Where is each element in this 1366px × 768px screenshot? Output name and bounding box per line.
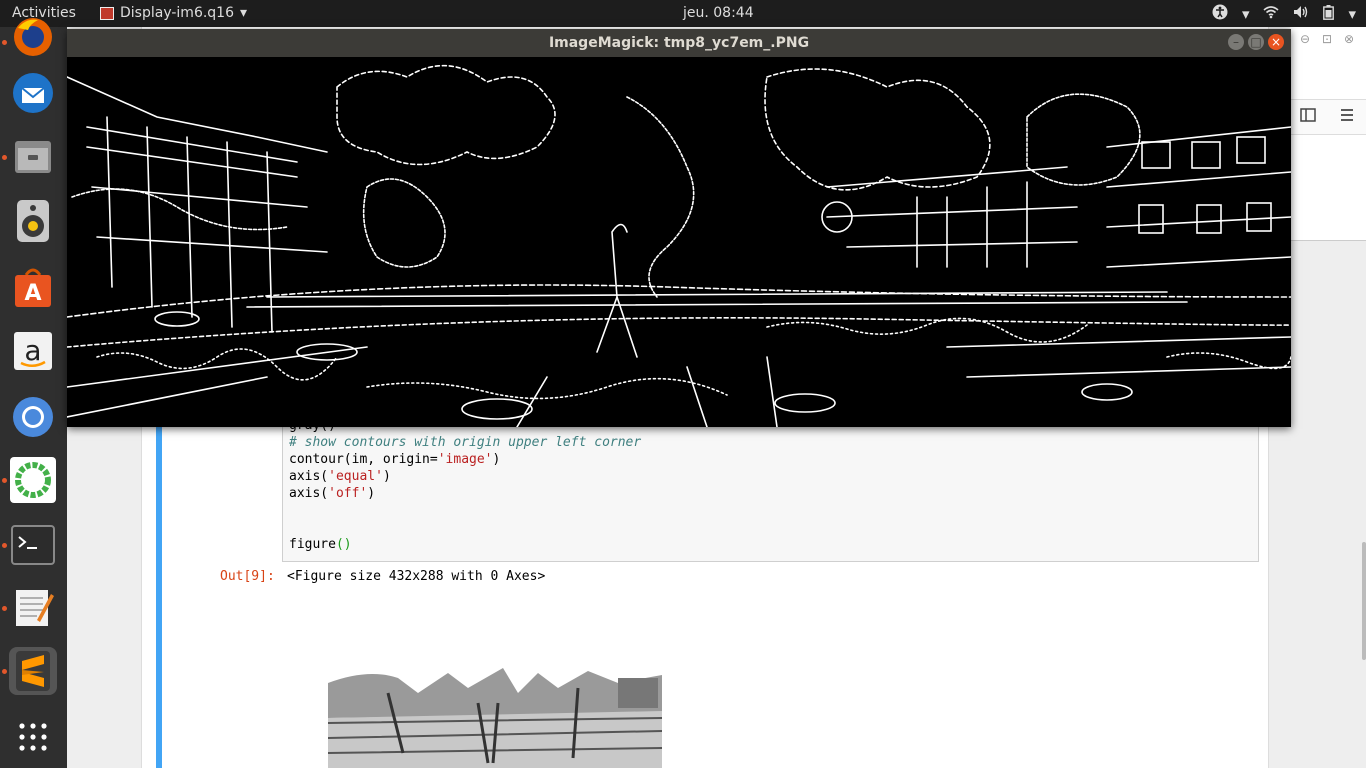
volume-icon[interactable] [1293, 5, 1309, 23]
accessibility-icon[interactable] [1212, 4, 1228, 24]
anaconda-icon[interactable] [9, 456, 57, 504]
rhythmbox-icon[interactable] [9, 197, 57, 245]
top-bar: Activities Display-im6.q16 ▾ jeu. 08:44 … [0, 0, 1366, 27]
firefox-icon[interactable] [9, 13, 57, 61]
dock: A a [0, 18, 67, 768]
code-line: contour(im, origin='image') [289, 452, 501, 467]
cell-selection-bar [156, 425, 162, 768]
hamburger-menu-icon[interactable] [1340, 107, 1354, 126]
app-menu-label: Display-im6.q16 [120, 5, 234, 21]
code-line: axis('off') [289, 486, 376, 501]
output-text: <Figure size 432x288 with 0 Axes> [287, 569, 546, 584]
app-menu-icon [100, 6, 114, 20]
minimize-button[interactable]: – [1228, 34, 1244, 50]
show-apps-icon[interactable] [9, 713, 57, 761]
sublime-text-icon[interactable] [9, 647, 57, 695]
close-button[interactable]: × [1268, 34, 1284, 50]
browser-toolbar [1290, 99, 1366, 135]
chromium-icon[interactable] [9, 393, 57, 441]
chevron-down-icon[interactable]: ▾ [1348, 5, 1356, 23]
output-prompt: Out[9]: [220, 569, 275, 584]
imagemagick-window: ImageMagick: tmp8_yc7em_.PNG – □ × [67, 29, 1291, 427]
svg-text:A: A [24, 281, 41, 306]
terminal-icon[interactable] [9, 521, 57, 569]
code-line: axis('equal') [289, 469, 391, 484]
system-tray[interactable]: ▾ ▾ [1212, 4, 1356, 24]
maximize-icon[interactable]: ⊡ [1322, 32, 1332, 46]
notebook-header: ⊖ ⊡ ⊗ [1290, 27, 1366, 241]
text-editor-icon[interactable] [9, 584, 57, 632]
wifi-icon[interactable] [1263, 5, 1279, 23]
code-line: figure() [289, 537, 352, 552]
code-comment: # show contours with origin upper left c… [289, 435, 642, 450]
close-icon[interactable]: ⊗ [1344, 32, 1354, 46]
scrollbar[interactable] [1362, 542, 1366, 660]
maximize-button[interactable]: □ [1248, 34, 1264, 50]
chevron-down-icon: ▾ [240, 5, 248, 21]
amazon-icon[interactable]: a [9, 327, 57, 375]
thunderbird-icon[interactable] [9, 69, 57, 117]
output-image [328, 663, 662, 768]
minimize-icon[interactable]: ⊖ [1300, 32, 1310, 46]
sidebar-toggle-icon[interactable] [1300, 107, 1316, 127]
software-center-icon[interactable]: A [9, 263, 57, 311]
edge-detection-image [67, 57, 1291, 427]
clock[interactable]: jeu. 08:44 [683, 5, 754, 21]
battery-icon[interactable] [1323, 4, 1335, 24]
app-menu[interactable]: Display-im6.q16 ▾ [100, 5, 247, 21]
code-cell-input[interactable]: gray() # show contours with origin upper… [282, 418, 1259, 562]
files-icon[interactable] [9, 133, 57, 181]
chevron-down-icon[interactable]: ▾ [1242, 5, 1250, 23]
svg-text:a: a [24, 334, 41, 367]
window-titlebar[interactable]: ImageMagick: tmp8_yc7em_.PNG – □ × [67, 29, 1291, 57]
window-title: ImageMagick: tmp8_yc7em_.PNG [548, 35, 810, 51]
